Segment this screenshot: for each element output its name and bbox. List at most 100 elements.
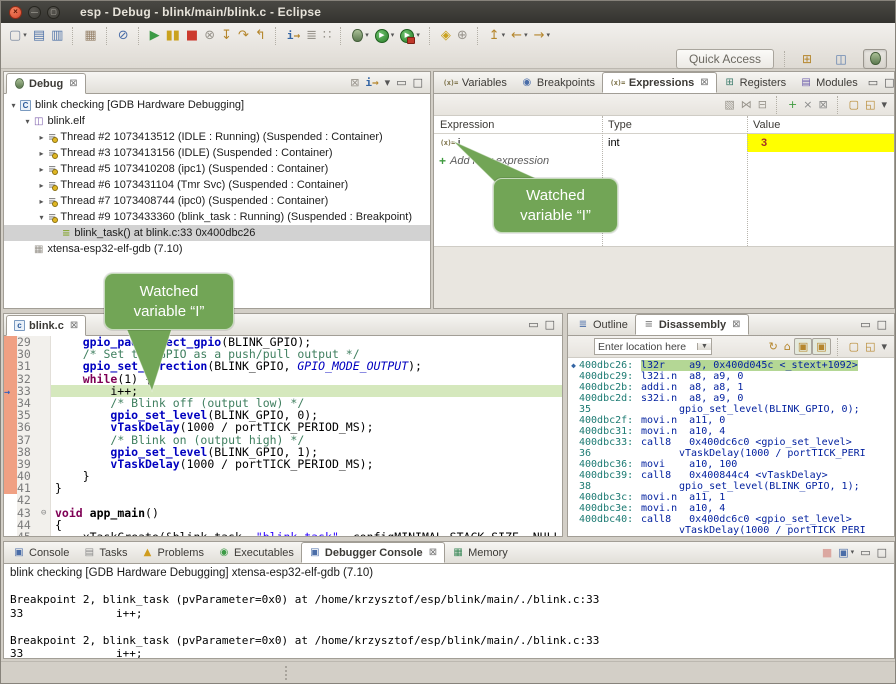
disassembly-line[interactable]: 400dbc39:call8 0x400844c4 <vTaskDelay> xyxy=(568,470,894,481)
disconnect-button[interactable]: ⊗ xyxy=(201,26,218,46)
run-button[interactable]: ▶▾ xyxy=(372,26,398,46)
code-line-43[interactable]: 43⊖void app_main() xyxy=(4,507,562,519)
quick-access-button[interactable]: Quick Access xyxy=(676,49,774,69)
add-expression-button[interactable]: + xyxy=(785,96,800,113)
disassembly-line[interactable]: 400dbc33:call8 0x400dc6c0 <gpio_set_leve… xyxy=(568,437,894,448)
console-output[interactable]: Breakpoint 2, blink_task (pvParameter=0x… xyxy=(10,593,888,658)
annotation-ruler[interactable] xyxy=(4,336,17,348)
annotation-ruler[interactable] xyxy=(4,519,17,531)
minimize-button[interactable]: ▭ xyxy=(857,544,873,560)
debug-tree-item[interactable]: ▦xtensa-esp32-elf-gdb (7.10) xyxy=(4,241,430,257)
column-header-value[interactable]: Value xyxy=(747,119,894,131)
maximize-button[interactable]: ▢ xyxy=(47,6,60,19)
instruction-stepping-toggle-button[interactable]: i→ xyxy=(362,74,381,90)
tab-console[interactable]: ▣Console xyxy=(6,542,76,563)
tab-tasks[interactable]: ▤Tasks xyxy=(76,542,134,563)
annotation-ruler[interactable]: → xyxy=(4,385,17,397)
tab-modules[interactable]: ▤Modules xyxy=(793,72,865,93)
disassembly-line[interactable]: 400dbc2b:addi.n a8, a8, 1 xyxy=(568,382,894,393)
tab-close-icon[interactable]: ⊠ xyxy=(70,320,78,331)
maximize-button[interactable]: □ xyxy=(410,74,426,90)
collapse-all-button[interactable]: ⊟ xyxy=(755,96,770,113)
show-source-button[interactable]: ▣ xyxy=(812,338,830,355)
debug-configurations-button[interactable]: ▾ xyxy=(349,26,372,46)
line-number[interactable]: 45 xyxy=(17,531,41,536)
open-new-view-button[interactable]: ▢ xyxy=(846,96,862,113)
debug-tree-item[interactable]: ▾≡Thread #9 1073433360 (blink_task : Run… xyxy=(4,209,430,225)
sash-grip[interactable] xyxy=(285,666,288,680)
annotation-ruler[interactable] xyxy=(4,458,17,470)
instruction-stepping-button[interactable]: i→ xyxy=(284,26,303,46)
annotation-ruler[interactable] xyxy=(4,482,17,494)
annotation-ruler[interactable] xyxy=(4,494,17,506)
back-button[interactable]: ←▾ xyxy=(508,26,530,46)
save-all-button[interactable]: ▥ xyxy=(48,26,66,46)
line-number[interactable]: 43 xyxy=(17,507,41,519)
add-new-expression-row[interactable]: +Add new expression xyxy=(434,152,894,170)
annotation-ruler[interactable] xyxy=(4,348,17,360)
location-combo-dropdown[interactable]: ▼ xyxy=(697,343,711,350)
link-with-active-debug-context-button[interactable]: ◱ xyxy=(862,338,878,355)
save-button[interactable]: ▤ xyxy=(30,26,48,46)
disassembly-line[interactable]: 400dbc3e:movi.n a10, 4 xyxy=(568,503,894,514)
tab-close-icon[interactable]: ⊠ xyxy=(732,319,740,330)
code-line-45[interactable]: 45 xTaskCreate(&blink_task, "blink_task"… xyxy=(4,531,562,536)
tab-memory[interactable]: ▦Memory xyxy=(445,542,515,563)
cpp-perspective-button[interactable]: ◫ xyxy=(829,49,853,69)
new-wizard-button[interactable]: ▢▾ xyxy=(6,26,30,46)
disassembly-line[interactable]: 400dbc2f:movi.n a11, 0 xyxy=(568,415,894,426)
drop-to-frame-button[interactable]: ≣ xyxy=(303,26,320,46)
show-type-names-button[interactable]: ▧ xyxy=(721,96,737,113)
tab-blink-c[interactable]: cblink.c⊠ xyxy=(6,315,86,336)
annotation-ruler[interactable] xyxy=(4,373,17,385)
debug-tree-item[interactable]: ▸≡Thread #2 1073413512 (IDLE : Running) … xyxy=(4,129,430,145)
minimize-button[interactable]: — xyxy=(28,6,41,19)
location-combo[interactable]: Enter location here ▼ xyxy=(594,338,712,355)
column-header-type[interactable]: Type xyxy=(602,119,747,131)
track-current-pc-button[interactable]: ▣ xyxy=(794,338,812,355)
refresh-button[interactable]: ↻ xyxy=(766,338,781,355)
tab-outline[interactable]: ≣Outline xyxy=(570,314,635,335)
annotation-ruler[interactable] xyxy=(4,397,17,409)
minimize-button[interactable]: ▭ xyxy=(525,316,541,332)
tab-disassembly[interactable]: ≡Disassembly⊠ xyxy=(635,314,749,335)
disassembly-line[interactable]: 38gpio_set_level(BLINK_GPIO, 1); xyxy=(568,481,894,492)
open-resource-button[interactable]: ◈ xyxy=(438,26,454,46)
line-number[interactable]: 37 xyxy=(17,434,41,446)
annotation-ruler[interactable] xyxy=(4,446,17,458)
code-editor[interactable]: 29 gpio_pad_select_gpio(BLINK_GPIO);30 /… xyxy=(4,336,562,536)
line-number[interactable]: 36 xyxy=(17,421,41,433)
disassembly-line[interactable]: 400dbc36:movi a10, 100 xyxy=(568,459,894,470)
forward-button[interactable]: →▾ xyxy=(531,26,553,46)
debug-tree-item[interactable]: ▾Cblink checking [GDB Hardware Debugging… xyxy=(4,97,430,113)
line-number[interactable]: 31 xyxy=(17,360,41,372)
home-button[interactable]: ⌂ xyxy=(781,338,794,355)
debug-tree-item[interactable]: ≡blink_task() at blink.c:33 0x400dbc26 xyxy=(4,225,430,241)
skip-all-breakpoints-button[interactable]: ⊘ xyxy=(115,26,132,46)
tab-close-icon[interactable]: ⊠ xyxy=(700,77,708,88)
minimize-button[interactable]: ▭ xyxy=(857,316,873,332)
debug-tree-item[interactable]: ▸≡Thread #7 1073408744 (ipc0) (Suspended… xyxy=(4,193,430,209)
annotation-ruler[interactable] xyxy=(4,421,17,433)
close-button[interactable]: × xyxy=(9,6,22,19)
search-button[interactable]: ⊕ xyxy=(454,26,471,46)
open-perspective-button[interactable]: ⊞ xyxy=(795,49,819,69)
tab-close-icon[interactable]: ⊠ xyxy=(69,78,77,89)
suspend-button[interactable]: ▮▮ xyxy=(163,26,183,46)
step-return-button[interactable]: ↰ xyxy=(252,26,269,46)
line-number[interactable]: 42 xyxy=(17,494,41,506)
remove-expression-button[interactable]: × xyxy=(800,96,815,113)
show-logical-structures-button[interactable]: ⋈ xyxy=(738,96,755,113)
debug-tree-item[interactable]: ▾◫blink.elf xyxy=(4,113,430,129)
open-new-view-button[interactable]: ▢ xyxy=(846,338,862,355)
use-step-filters-button[interactable]: ∷ xyxy=(320,26,334,46)
line-number[interactable]: 32 xyxy=(17,373,41,385)
annotation-ruler[interactable] xyxy=(4,470,17,482)
disassembly-line[interactable]: 36vTaskDelay(1000 / portTICK_PERI xyxy=(568,448,894,459)
tab-close-icon[interactable]: ⊠ xyxy=(429,547,437,558)
title-bar[interactable]: × — ▢ esp - Debug - blink/main/blink.c -… xyxy=(1,1,895,23)
build-all-button[interactable]: ▦ xyxy=(81,26,99,46)
column-header-expression[interactable]: Expression xyxy=(434,119,602,131)
last-edit-location-button[interactable]: ↥▾ xyxy=(486,26,508,46)
disassembly-line[interactable]: 400dbc2d:s32i.n a8, a9, 0 xyxy=(568,393,894,404)
